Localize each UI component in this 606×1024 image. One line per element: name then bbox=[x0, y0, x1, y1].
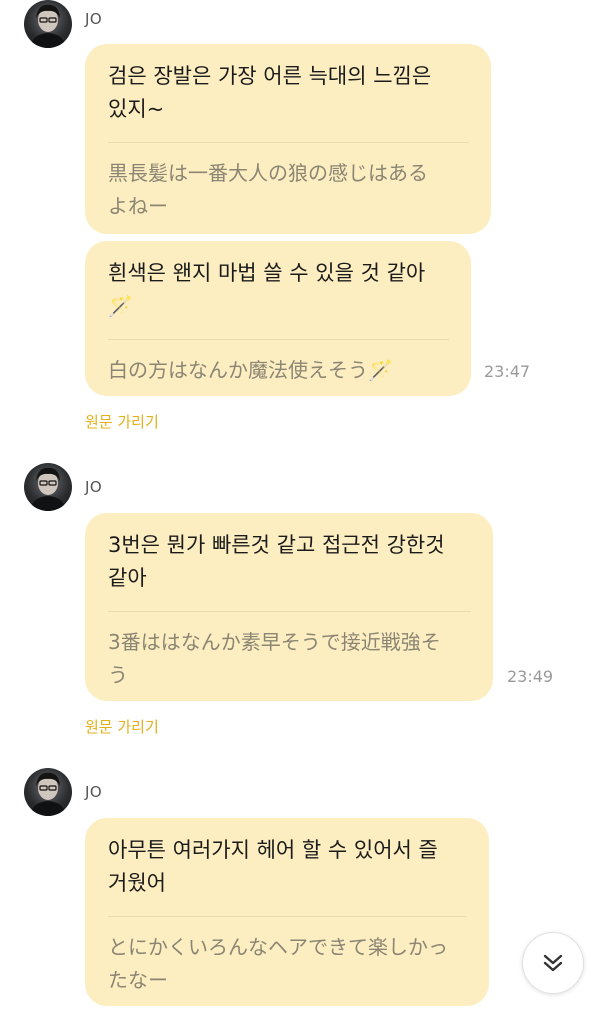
translated-text: 3番ははなんか素早そうで接近戦強そ う bbox=[108, 630, 441, 687]
avatar[interactable] bbox=[24, 768, 72, 816]
magic-wand-icon: 🪄 bbox=[368, 358, 393, 382]
original-text: 아무튼 여러가지 헤어 할 수 있어서 즐 거웠어 bbox=[108, 838, 438, 895]
double-chevron-down-icon bbox=[543, 954, 563, 972]
divider bbox=[108, 142, 469, 143]
message-bubble[interactable]: 아무튼 여러가지 헤어 할 수 있어서 즐 거웠어 とにかくいろんなヘアできて楽… bbox=[85, 818, 489, 1006]
sender-name: JO bbox=[85, 783, 103, 801]
hide-original-button[interactable]: 원문 가리기 bbox=[85, 716, 159, 737]
translated-text: 黒長髪は一番大人の狼の感じはある よねー bbox=[108, 161, 428, 218]
sender-name: JO bbox=[85, 478, 103, 496]
divider bbox=[108, 339, 449, 340]
original-text-content: 흰색은 왠지 마법 쓸 수 있을 것 같아 bbox=[108, 261, 426, 285]
sender-name: JO bbox=[85, 10, 103, 28]
profile-photo-icon bbox=[30, 772, 66, 816]
original-text: 3번은 뭔가 빠른것 같고 접근전 강한것 같아 bbox=[108, 533, 445, 590]
profile-photo-icon bbox=[30, 467, 66, 511]
message-bubble[interactable]: 검은 장발은 가장 어른 늑대의 느낌은 있지~ 黒長髪は一番大人の狼の感じはあ… bbox=[85, 44, 491, 234]
avatar[interactable] bbox=[24, 0, 72, 48]
hide-original-button[interactable]: 원문 가리기 bbox=[85, 411, 159, 432]
avatar[interactable] bbox=[24, 463, 72, 511]
translated-text: 白の方はなんか魔法使えそう🪄 bbox=[108, 354, 449, 387]
translated-text: とにかくいろんなヘアできて楽しかっ たなー bbox=[108, 935, 448, 992]
divider bbox=[108, 916, 467, 917]
magic-wand-icon: 🪄 bbox=[108, 294, 133, 318]
message-bubble[interactable]: 흰색은 왠지 마법 쓸 수 있을 것 같아 🪄 白の方はなんか魔法使えそう🪄 bbox=[85, 241, 471, 396]
profile-photo-icon bbox=[30, 4, 66, 48]
original-text: 흰색은 왠지 마법 쓸 수 있을 것 같아 🪄 bbox=[108, 257, 449, 323]
message-bubble[interactable]: 3번은 뭔가 빠른것 같고 접근전 강한것 같아 3番ははなんか素早そうで接近戦… bbox=[85, 513, 493, 701]
scroll-to-bottom-button[interactable] bbox=[522, 932, 584, 994]
timestamp: 23:47 bbox=[484, 362, 531, 381]
timestamp: 23:49 bbox=[507, 667, 554, 686]
divider bbox=[108, 611, 471, 612]
original-text: 검은 장발은 가장 어른 늑대의 느낌은 있지~ bbox=[108, 64, 432, 121]
translated-text-content: 白の方はなんか魔法使えそう bbox=[108, 358, 368, 382]
